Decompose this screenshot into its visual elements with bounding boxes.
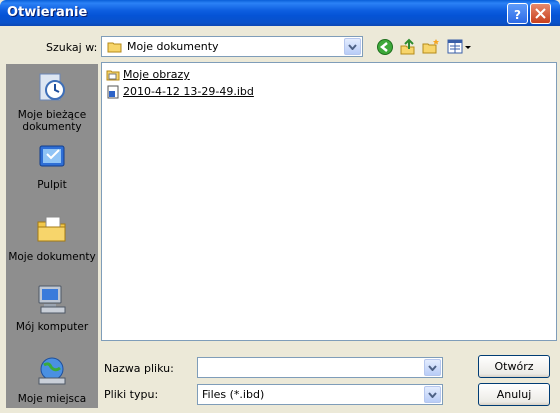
- lookin-combo[interactable]: Moje dokumenty: [101, 36, 363, 57]
- lookin-label: Szukaj w:: [46, 41, 98, 54]
- filetype-label: Pliki typu:: [104, 388, 159, 401]
- place-label: Moje miejsca: [17, 393, 87, 405]
- my-computer-icon: [38, 285, 66, 314]
- network-places-icon: [38, 357, 66, 385]
- view-menu-icon: [447, 39, 471, 54]
- chevron-down-icon: [348, 44, 357, 50]
- filetype-value: Files (*.ibd): [202, 388, 265, 401]
- cancel-button[interactable]: Anuluj: [478, 383, 550, 406]
- place-label: Mój komputer: [15, 321, 89, 333]
- place-desktop[interactable]: Pulpit: [6, 140, 98, 191]
- place-label: Moje bieżące dokumenty: [17, 109, 87, 133]
- filename-field[interactable]: [197, 357, 443, 378]
- lookin-value: Moje dokumenty: [127, 40, 219, 53]
- file-name: 2010-4-12 13-29-49.ibd: [123, 85, 254, 98]
- title-bar[interactable]: Otwieranie ?: [0, 0, 560, 26]
- help-icon: ?: [514, 8, 521, 20]
- place-network-places[interactable]: Moje miejsca: [6, 354, 98, 405]
- close-button[interactable]: [530, 3, 551, 24]
- place-recent-documents[interactable]: Moje bieżące dokumenty: [6, 70, 98, 133]
- chevron-down-icon: [428, 365, 437, 371]
- back-arrow-icon: [377, 39, 393, 55]
- new-folder-button[interactable]: [422, 38, 440, 56]
- filename-dropdown-button[interactable]: [424, 359, 441, 376]
- place-my-documents[interactable]: Moje dokumenty: [6, 212, 98, 263]
- cancel-button-label: Anuluj: [496, 388, 532, 401]
- lookin-dropdown-button[interactable]: [344, 38, 361, 55]
- open-dialog: Otwieranie ? Szukaj w: Moje dokumenty Mo…: [0, 0, 560, 413]
- place-label: Moje dokumenty: [8, 251, 96, 263]
- open-button-label: Otwórz: [494, 360, 534, 373]
- file-list[interactable]: Moje obrazy 2010-4-12 13-29-49.ibd: [101, 62, 557, 341]
- my-documents-icon: [37, 216, 66, 242]
- up-folder-icon: [400, 38, 415, 55]
- folder-icon: [106, 70, 120, 80]
- place-label: Pulpit: [37, 179, 67, 191]
- new-folder-icon: [422, 39, 439, 54]
- help-button[interactable]: ?: [507, 3, 528, 24]
- view-menu-button[interactable]: [447, 38, 473, 56]
- place-my-computer[interactable]: Mój komputer: [6, 282, 98, 333]
- places-bar: Moje bieżące dokumenty Pulpit Moje dokum…: [6, 64, 98, 408]
- document-icon: [107, 85, 119, 98]
- up-folder-button[interactable]: [399, 38, 417, 56]
- svg-text:?: ?: [514, 8, 521, 20]
- open-button[interactable]: Otwórz: [478, 355, 550, 378]
- filetype-dropdown-button[interactable]: [424, 386, 441, 403]
- filetype-combo[interactable]: Files (*.ibd): [197, 384, 443, 405]
- window-title: Otwieranie: [7, 5, 88, 20]
- file-name: Moje obrazy: [123, 68, 190, 81]
- recent-documents-icon: [39, 73, 65, 101]
- folder-open-icon: [107, 42, 122, 53]
- close-icon: [535, 8, 546, 19]
- chevron-down-icon: [428, 392, 437, 398]
- back-button[interactable]: [376, 38, 394, 56]
- desktop-icon: [39, 145, 65, 167]
- list-item[interactable]: Moje obrazy: [106, 67, 190, 82]
- filename-label: Nazwa pliku:: [104, 362, 174, 375]
- list-item[interactable]: 2010-4-12 13-29-49.ibd: [106, 84, 254, 99]
